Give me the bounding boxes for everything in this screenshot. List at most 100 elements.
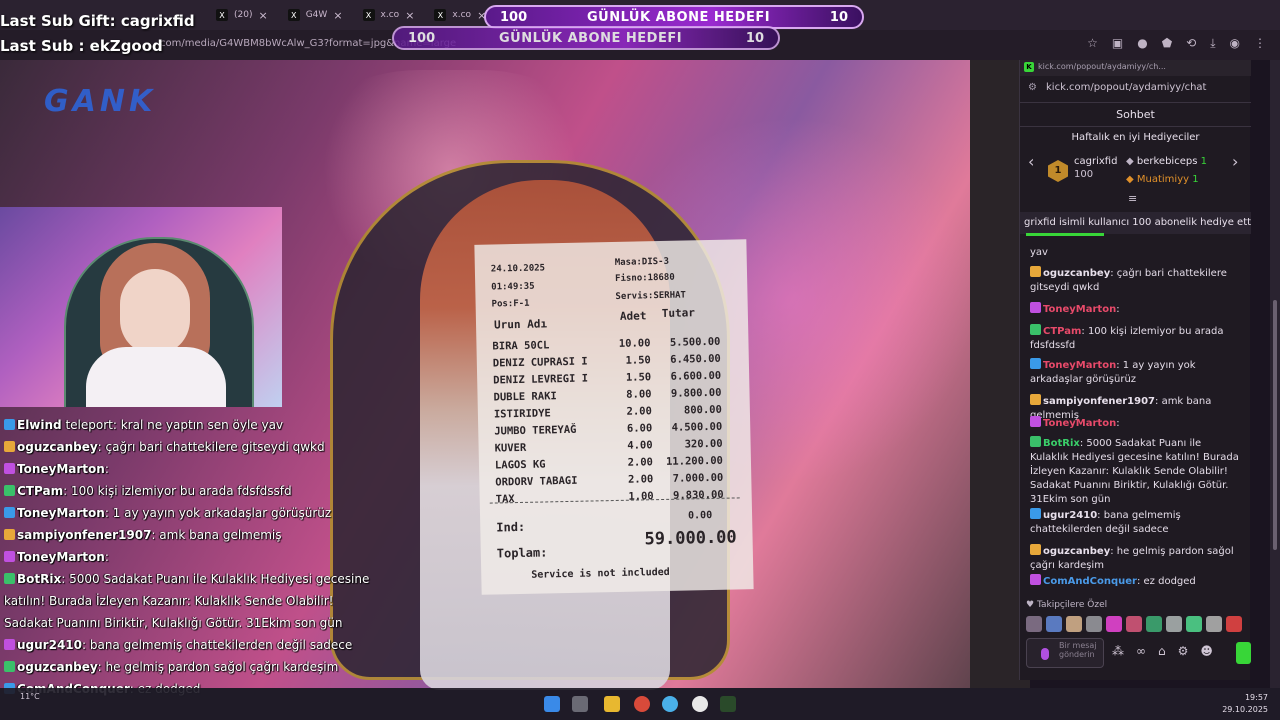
weather-widget[interactable]: 11°C	[20, 692, 40, 701]
overlay-chat-message: ToneyMarton: 1 ay yayın yok arkadaşlar g…	[4, 506, 331, 520]
chat-message: ToneyMarton:	[1030, 302, 1242, 317]
chat-username[interactable]: CTPam	[1043, 326, 1081, 337]
user-badge-icon	[4, 661, 15, 672]
item-qty: 6.00	[626, 422, 653, 435]
user-badge-icon	[1030, 394, 1041, 405]
app-icon[interactable]	[692, 696, 708, 712]
chat-input[interactable]: Bir mesaj gönderin	[1026, 638, 1104, 668]
settings-icon[interactable]: ⚙	[1178, 644, 1189, 658]
gifter-score: 100	[1074, 169, 1094, 180]
emote-icon[interactable]	[1166, 616, 1182, 632]
download-icon[interactable]: ⤓	[1210, 36, 1215, 51]
browser-tab[interactable]: X G4W ×	[280, 2, 351, 28]
item-total: 5.500.00	[669, 335, 721, 349]
item-qty: 2.00	[627, 456, 654, 469]
gifter-icon: ◆	[1126, 174, 1134, 185]
emote-icon[interactable]	[1026, 616, 1042, 632]
shop-icon[interactable]: ⌂	[1158, 644, 1166, 658]
gift-icon[interactable]: ⁂	[1112, 644, 1124, 658]
browser-tab[interactable]: X (20) ×	[208, 2, 276, 28]
top-gifter-2: ◆ berkebiceps 1	[1126, 156, 1207, 167]
emote-icon[interactable]	[1126, 616, 1142, 632]
chat-username[interactable]: sampiyonfener1907	[1043, 396, 1155, 407]
chat-username: ToneyMarton	[17, 462, 105, 476]
user-badge-icon	[1030, 544, 1041, 555]
user-badge-icon	[4, 419, 15, 430]
receipt-number: Fisno:18680	[615, 272, 675, 284]
menu-icon[interactable]: ⋮	[1254, 36, 1266, 51]
receipt-line: BIRA 50CL 10.00 5.500.00	[492, 336, 732, 353]
item-total: 800.00	[683, 403, 722, 417]
receipt-total-label: Toplam:	[496, 545, 548, 561]
emote-icon[interactable]	[1186, 616, 1202, 632]
chat-username[interactable]: ToneyMarton	[1043, 418, 1116, 429]
item-qty: 2.00	[627, 473, 654, 486]
close-icon[interactable]: ×	[258, 9, 267, 22]
last-sub-gift: Last Sub Gift: cagrixfid	[0, 12, 195, 30]
app-icon[interactable]	[662, 696, 678, 712]
user-badge-icon	[1030, 266, 1041, 277]
followers-text: Takipçilere Özel	[1036, 600, 1108, 610]
chat-username[interactable]: ToneyMarton	[1043, 304, 1116, 315]
profile-icon[interactable]: ◉	[1230, 36, 1240, 51]
app-icon[interactable]	[720, 696, 736, 712]
x-icon: X	[362, 9, 375, 21]
emote-icon[interactable]	[1086, 616, 1102, 632]
chat-message: CTPam: 100 kişi izlemiyor bu arada fdsfd…	[1030, 324, 1242, 353]
emote-icon[interactable]	[1206, 616, 1222, 632]
scrollbar-thumb[interactable]	[1273, 300, 1277, 550]
chat-text: : he gelmiş pardon sağol çağrı kardeşim	[97, 660, 339, 674]
user-badge-icon	[1030, 324, 1041, 335]
emote-icon[interactable]	[1146, 616, 1162, 632]
chrome-icon[interactable]	[634, 696, 650, 712]
chat-username[interactable]: oguzcanbey	[1043, 268, 1110, 279]
gifter-icon: ◆	[1126, 156, 1134, 167]
chat-username[interactable]: ComAndConquer	[1043, 576, 1137, 587]
send-button[interactable]	[1236, 642, 1251, 664]
browser-tab[interactable]: X x.co ×	[355, 2, 423, 28]
chat-message: ComAndConquer: ez dodged	[1030, 574, 1242, 589]
collapse-icon[interactable]: ≡	[1128, 192, 1137, 205]
close-icon[interactable]: ×	[405, 9, 414, 22]
rank-badge: 1	[1048, 160, 1068, 182]
user-badge-icon	[1030, 436, 1041, 447]
chat-username: oguzcanbey	[17, 660, 98, 674]
chat-text: : ez dodged	[1136, 576, 1196, 587]
chat-username[interactable]: BotRix	[1043, 438, 1080, 449]
tab-label: G4W	[305, 10, 328, 20]
screen: { "browser": { "tabs": [ {"icon": "x-ico…	[0, 0, 1280, 720]
item-total: 4.500.00	[671, 420, 723, 434]
chevron-left-icon[interactable]: ‹	[1028, 152, 1034, 171]
mic-icon[interactable]	[1041, 648, 1049, 660]
emote-icon[interactable]	[1046, 616, 1062, 632]
user-badge-icon	[4, 529, 15, 540]
link-icon[interactable]: ∞	[1136, 644, 1146, 658]
extension-icon[interactable]: ⟲	[1186, 36, 1196, 51]
user-badge-icon	[4, 573, 15, 584]
extension-icon[interactable]: ⬟	[1162, 36, 1172, 51]
extension-icon[interactable]: ▣	[1112, 36, 1123, 51]
settings-icon[interactable]: ⚙	[1028, 82, 1037, 93]
star-icon[interactable]: ☆	[1087, 36, 1098, 51]
chat-username: CTPam	[17, 484, 64, 498]
chat-username[interactable]: ugur2410	[1043, 510, 1097, 521]
emote-icon[interactable]	[1226, 616, 1242, 632]
chat-username[interactable]: ToneyMarton	[1043, 360, 1116, 371]
emote-icon[interactable]	[1106, 616, 1122, 632]
start-icon[interactable]	[544, 696, 560, 712]
emote-icon[interactable]	[1066, 616, 1082, 632]
extension-icon[interactable]: ●	[1137, 36, 1147, 51]
receipt-col-total: Tutar	[661, 306, 696, 320]
file-explorer-icon[interactable]	[604, 696, 620, 712]
chat-text: :	[1116, 418, 1120, 429]
panel-url[interactable]: kick.com/popout/aydamiyy/chat	[1046, 82, 1206, 93]
overlay-chat-message: Elwind teleport: kral ne yaptın sen öyle…	[4, 418, 283, 432]
chevron-right-icon[interactable]: ›	[1232, 152, 1238, 171]
task-view-icon[interactable]	[572, 696, 588, 712]
tab-label: x.co	[452, 10, 472, 20]
receipt-date: 24.10.2025	[490, 263, 546, 275]
chat-username[interactable]: oguzcanbey	[1043, 546, 1110, 557]
system-clock[interactable]: 19:57 29.10.2025	[1222, 692, 1268, 716]
emote-picker-icon[interactable]: ☻	[1200, 644, 1213, 658]
close-icon[interactable]: ×	[333, 9, 342, 22]
